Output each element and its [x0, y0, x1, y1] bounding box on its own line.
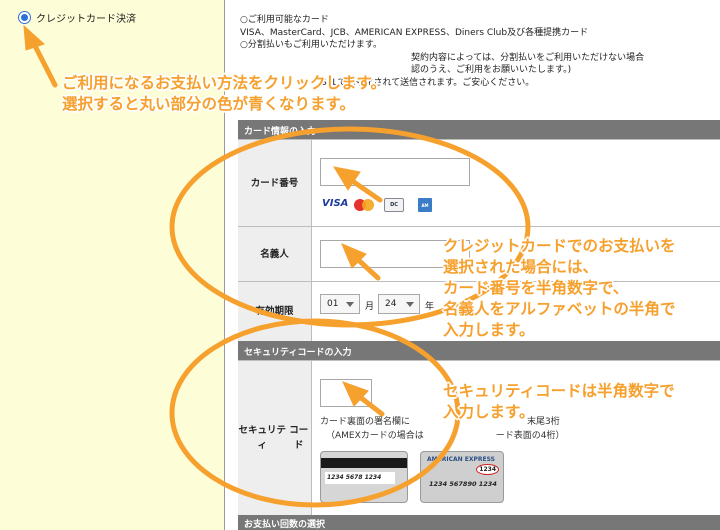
security-code-input[interactable] [320, 379, 372, 407]
installment-section-header: お支払い回数の選択 [238, 515, 720, 530]
tip2-line3: カード番号を半角数字で、 [443, 279, 629, 297]
info-line: 契約内容によっては、分割払いをご利用いただけない場合 [240, 52, 645, 63]
amex-logo: AM [418, 198, 432, 212]
card-number-row: カード番号 VISA DC AM [238, 139, 720, 226]
tip2-line4: 名義人をアルファベットの半角で [443, 300, 676, 318]
security-help-line2: （AMEXカードの場合は ード表面の4桁） [326, 431, 565, 441]
expiry-label: 有効期限 [238, 282, 312, 341]
month-unit: 月 [365, 302, 375, 312]
info-line: ○分割払いもご利用いただけます。 [240, 40, 382, 50]
amex-card-number: 1234 567890 1234 [429, 480, 497, 488]
tip1-line2: 選択すると丸い部分の色が青くなります。 [62, 95, 355, 113]
tip-card-input: クレジットカードでのお支払いを 選択された場合には、 カード番号を半角数字で、 … [443, 236, 676, 341]
expiry-month-value: 01 [327, 299, 339, 309]
amex-card-code: 1234 [476, 464, 499, 475]
tip-security-code: セキュリティコードは半角数字で 入力します。 [443, 381, 675, 423]
chevron-down-icon [406, 302, 414, 307]
tip2-line1: クレジットカードでのお支払いを [443, 237, 676, 255]
info-line: ○ご利用可能なカード [240, 15, 329, 25]
security-section-header: セキュリティコードの入力 [238, 341, 720, 360]
tip2-line5: 入力します。 [443, 321, 535, 339]
card-number-label: カード番号 [238, 140, 312, 226]
credit-card-radio[interactable] [18, 11, 31, 24]
visa-logo: VISA [322, 198, 349, 209]
security-label-line1: セキュリティ [238, 425, 286, 451]
diners-club-logo: DC [384, 198, 404, 212]
expiry-year-select[interactable]: 24 [378, 294, 420, 314]
credit-card-method-label[interactable]: クレジットカード決済 [36, 10, 136, 25]
cardholder-label: 名義人 [238, 227, 312, 281]
tip2-line2: 選択された場合には、 [443, 258, 599, 276]
security-label-line2: コード [289, 425, 309, 451]
tip1-line1: ご利用になるお支払い方法をクリックします。 [62, 74, 386, 92]
chevron-down-icon [346, 302, 354, 307]
tip-select-method: ご利用になるお支払い方法をクリックします。 選択すると丸い部分の色が青くなります… [62, 73, 386, 115]
expiry-year-value: 24 [385, 299, 397, 309]
info-line: VISA、MasterCard、JCB、AMERICAN EXPRESS、Din… [240, 27, 589, 38]
tip3-line2: 入力します。 [443, 403, 535, 421]
card-back-image: 1234 5678 1234 [320, 451, 408, 503]
amex-card-title: AMERICAN EXPRESS [427, 456, 495, 463]
security-code-label: セキュリティ コード [238, 361, 312, 515]
year-unit: 年 [425, 302, 435, 312]
card-info-section-header: カード情報の入力 [238, 120, 720, 139]
amex-card-image: AMERICAN EXPRESS 1234 1234 567890 1234 [420, 451, 504, 503]
card-number-input[interactable] [320, 158, 470, 186]
card-back-number: 1234 5678 1234 [325, 472, 395, 484]
tip3-line1: セキュリティコードは半角数字で [443, 382, 675, 400]
mastercard-logo [354, 199, 374, 211]
magnetic-stripe [321, 458, 407, 468]
expiry-month-select[interactable]: 01 [320, 294, 360, 314]
